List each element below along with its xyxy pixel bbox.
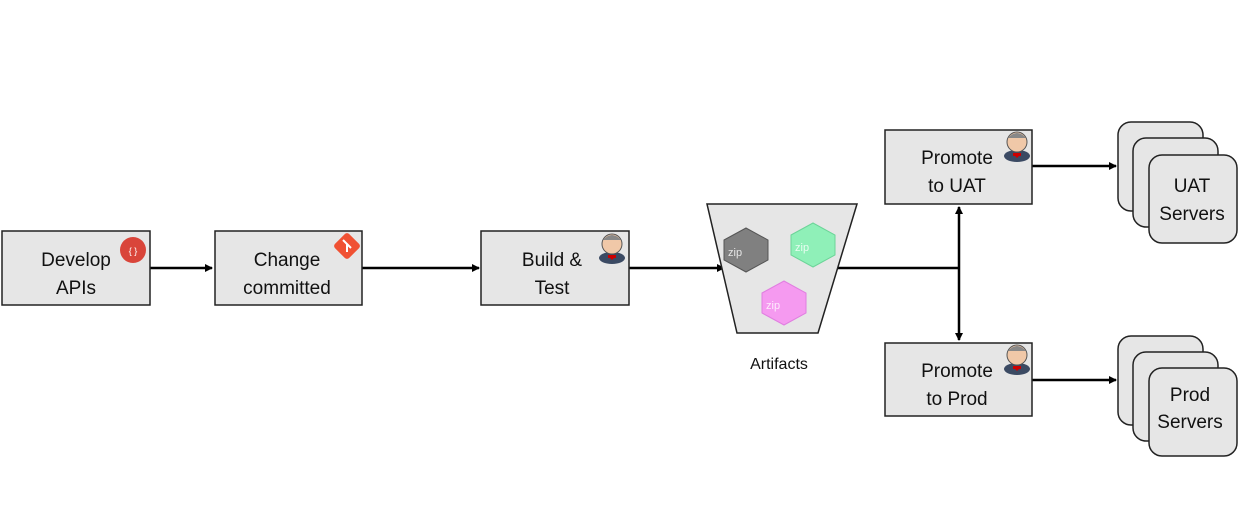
artifacts-label: Artifacts <box>750 356 808 373</box>
node-promote-uat: Promote to UAT <box>884 129 1033 205</box>
zip-label: zip <box>795 242 809 254</box>
prod-servers-stack: Prod Servers <box>1117 335 1238 457</box>
uat-label-2: to UAT <box>928 176 986 197</box>
prod-label-1: Promote <box>921 361 993 382</box>
node-promote-prod: Promote to Prod <box>884 342 1033 417</box>
uat-servers-label-2: Servers <box>1159 204 1224 225</box>
zip-label: zip <box>766 300 780 312</box>
node-artifacts: zip zip zip Artifacts <box>706 203 859 373</box>
node-develop-apis: Develop APIs { } <box>1 230 151 306</box>
develop-label-1: Develop <box>41 250 111 271</box>
pipeline-diagram: Develop APIs { } Change committed Build … <box>1 121 1238 457</box>
prod-label-2: to Prod <box>926 389 987 410</box>
build-label-1: Build & <box>522 250 583 271</box>
svg-text:{ }: { } <box>129 246 138 256</box>
uat-servers-stack: UAT Servers <box>1117 121 1238 244</box>
prod-servers-label-1: Prod <box>1170 385 1210 406</box>
build-label-2: Test <box>535 278 571 299</box>
develop-label-2: APIs <box>56 278 96 299</box>
uat-label-1: Promote <box>921 148 993 169</box>
node-change-committed: Change committed <box>214 230 363 306</box>
commit-label-1: Change <box>254 250 321 271</box>
node-build-test: Build & Test <box>480 230 630 306</box>
prod-servers-label-2: Servers <box>1157 412 1222 433</box>
commit-label-2: committed <box>243 278 331 299</box>
uat-servers-label-1: UAT <box>1174 176 1211 197</box>
api-icon: { } <box>120 237 146 263</box>
zip-label: zip <box>728 247 742 259</box>
